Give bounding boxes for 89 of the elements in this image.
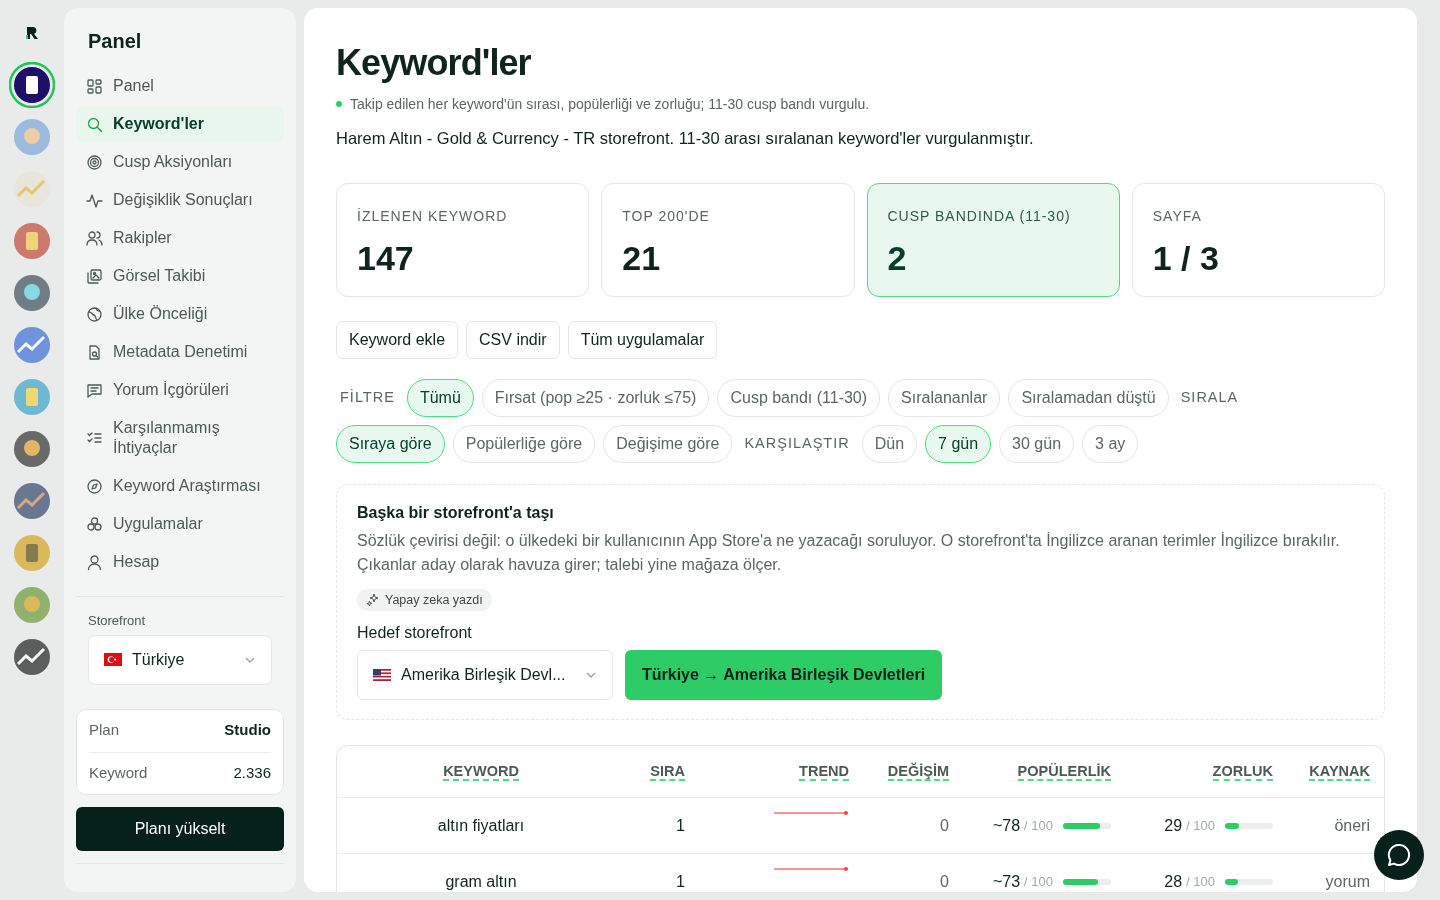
- sidebar-item[interactable]: Cusp Aksiyonları: [76, 144, 284, 180]
- plan-value: Studio: [224, 720, 271, 741]
- page-hint: Takip edilen her keyword'ün sırası, popülerliği ve zorluğu; 11-30 cusp bandı vurgulu.: [350, 95, 870, 114]
- card-title: Başka bir storefront'a taşı: [357, 503, 555, 523]
- sidebar-item[interactable]: Hesap: [76, 544, 284, 580]
- stat-label: CUSP BANDINDA (11-30): [887, 207, 1072, 226]
- table-cell-text: yorum: [1325, 871, 1370, 892]
- usa-flag-icon: [373, 669, 391, 681]
- column-header[interactable]: TREND: [799, 762, 849, 781]
- table-cell-text: ~78: [992, 815, 1021, 836]
- sidebar-item[interactable]: Ülke Önceliği: [76, 296, 284, 332]
- sidebar-item[interactable]: Metadata Denetimi: [76, 334, 284, 370]
- scale-label: / 100: [1186, 816, 1215, 835]
- target-icon: [86, 153, 103, 171]
- stat-value: 21: [622, 238, 662, 279]
- table-cell-text: 0: [940, 871, 949, 892]
- table-cell-text: öneri: [1334, 815, 1370, 836]
- table-cell-text: 0: [940, 815, 949, 836]
- grid-icon: [86, 77, 103, 95]
- filter-chip[interactable]: Sıraya göre: [336, 425, 445, 463]
- plan-value: 2.336: [233, 762, 271, 783]
- table-cell-text: 29: [1164, 815, 1183, 836]
- ai-badge: Yapay zeka yazdı: [357, 589, 492, 611]
- cubes-icon: [86, 515, 103, 533]
- scale-label: / 100: [1024, 872, 1053, 891]
- compass-icon: [86, 477, 103, 495]
- column-header[interactable]: KEYWORD: [443, 762, 519, 781]
- page-subtitle: Harem Altın - Gold & Currency - TR storefront. 11-30 arası sıralanan keyword'ler vurgulanmıştır.: [336, 128, 1035, 149]
- chevron-down-icon: [585, 671, 597, 679]
- globe-icon: [86, 305, 103, 323]
- sidebar-item[interactable]: Keyword Araştırması: [76, 468, 284, 504]
- plan-label: Keyword: [89, 762, 148, 783]
- user-icon: [86, 553, 103, 571]
- stat-label: İZLENEN KEYWORD: [357, 207, 509, 226]
- filter-chip[interactable]: Tümü: [406, 379, 474, 417]
- sidebar-item[interactable]: Yorum İçgörüleri: [76, 372, 284, 408]
- table-cell-text: 28: [1164, 871, 1183, 892]
- sidebar-item[interactable]: Görsel Takibi: [76, 258, 284, 294]
- group-label: FİLTRE: [339, 388, 396, 408]
- page-title: Keyword'ler: [336, 43, 532, 83]
- action-button[interactable]: Tüm uygulamalar: [567, 321, 718, 359]
- target-select[interactable]: Amerika Birleşik Devl...: [357, 650, 613, 700]
- storefront-label: Storefront: [88, 612, 147, 630]
- users-icon: [86, 229, 103, 247]
- file-icon: [86, 343, 103, 361]
- scale-label: / 100: [1186, 872, 1215, 891]
- filter-chip[interactable]: 7 gün: [925, 425, 992, 463]
- storefront-select[interactable]: Türkiye: [88, 634, 272, 685]
- sidebar-item[interactable]: Değişiklik Sonuçları: [76, 182, 284, 218]
- field-label: Hedef storefront: [357, 623, 473, 643]
- scale-label: / 100: [1024, 816, 1053, 835]
- move-button[interactable]: Türkiye → Amerika Birleşik Devletleri: [625, 650, 943, 700]
- chat-bubble-icon: [1386, 842, 1412, 868]
- message-icon: [86, 381, 103, 399]
- table-cell-text: 1: [676, 815, 685, 836]
- table-cell-text: 1: [676, 871, 685, 892]
- group-label: KARŞILAŞTIR: [743, 434, 851, 454]
- stat-value: 2: [887, 238, 908, 279]
- sidebar-item[interactable]: Karşılanmamış İhtiyaçlar: [76, 410, 284, 466]
- group-label: SIRALA: [1179, 388, 1240, 408]
- turkey-flag-icon: [104, 653, 122, 666]
- column-header[interactable]: KAYNAK: [1309, 762, 1370, 781]
- action-button[interactable]: Keyword ekle: [336, 321, 459, 359]
- sidebar-item[interactable]: Rakipler: [76, 220, 284, 256]
- chevron-down-icon: [244, 655, 256, 664]
- stat-value: 147: [357, 238, 415, 279]
- sidebar-item[interactable]: Keyword'ler: [76, 106, 284, 142]
- table-cell-text: gram altın: [445, 871, 517, 892]
- column-header[interactable]: DEĞİŞİM: [887, 762, 949, 781]
- sidebar-item[interactable]: Panel: [76, 68, 284, 104]
- stat-value: 1 / 3: [1152, 238, 1220, 279]
- upgrade-button[interactable]: Planı yükselt: [76, 806, 284, 851]
- sidebar-item[interactable]: Uygulamalar: [76, 506, 284, 542]
- stat-label: SAYFA: [1152, 207, 1203, 226]
- action-button[interactable]: CSV indir: [466, 321, 560, 359]
- table-cell-text: altın fiyatları: [437, 815, 525, 836]
- column-header[interactable]: SIRA: [650, 762, 685, 781]
- column-header[interactable]: ZORLUK: [1212, 762, 1273, 781]
- stat-label: TOP 200'DE: [622, 207, 711, 226]
- plan-label: Plan: [89, 720, 120, 741]
- table-cell-text: ~73: [992, 871, 1021, 892]
- column-header[interactable]: POPÜLERLİK: [1017, 762, 1111, 781]
- search-icon: [86, 115, 103, 133]
- card-description: Sözlük çevirisi değil: o ülkedeki bir kullanıcının App Store'a ne yazacağı soruluyor. O storefront'ta İngilizce aranan terimler İngilizce bırakılır. Çıkanlar aday olarak havuza girer; talebi yine mağaza ölçer.: [357, 531, 1341, 575]
- logo-icon: [25, 26, 39, 40]
- sparkles-icon: [366, 593, 380, 607]
- images-icon: [86, 267, 103, 285]
- sidebar-title: Panel: [87, 29, 143, 54]
- app-icon[interactable]: [9, 62, 55, 108]
